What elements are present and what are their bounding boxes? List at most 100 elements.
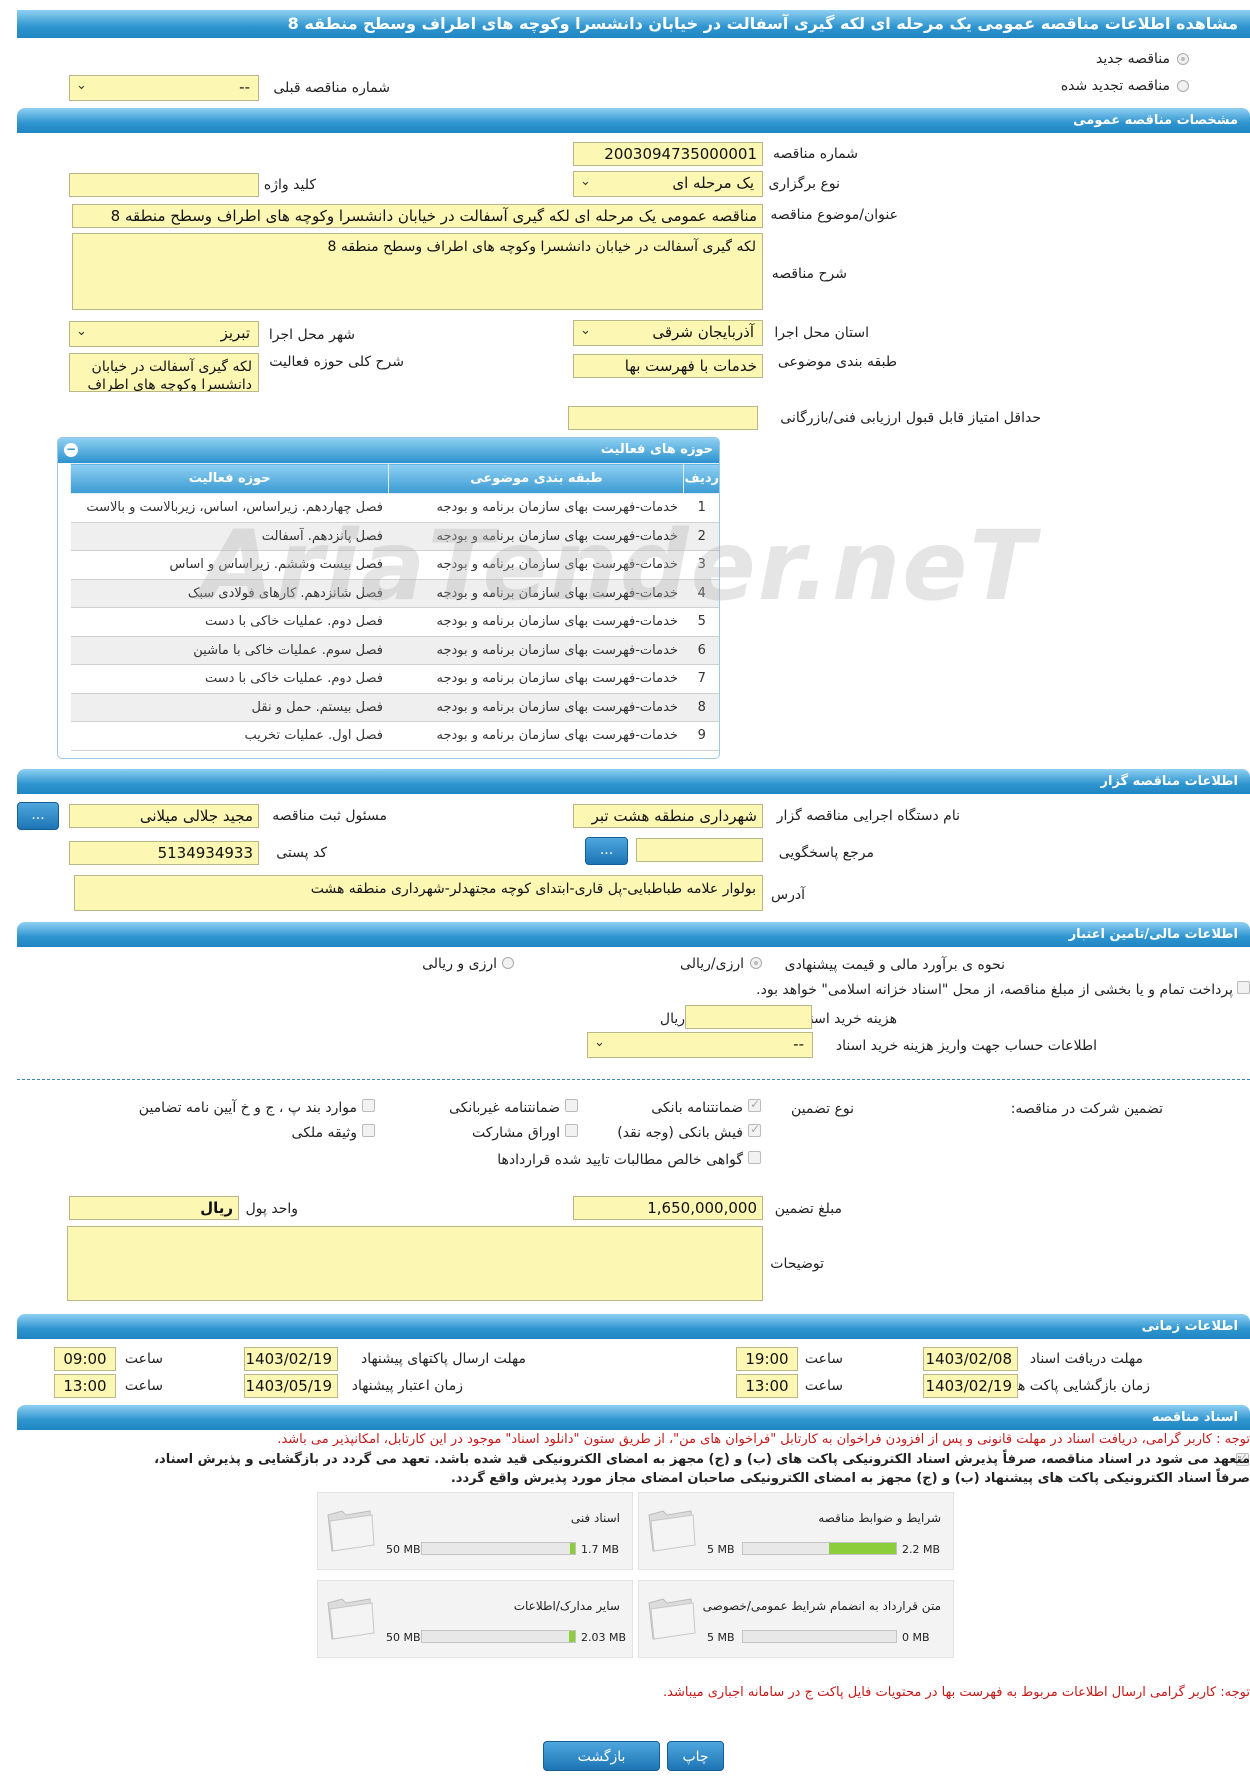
renewed-tender-radio[interactable] [1177,80,1189,92]
opening-time-label: زمان بازگشایی پاکت ها [1013,1378,1150,1394]
nonbank-guarantee-checbox[interactable] [565,1099,578,1112]
amount-field[interactable]: 1,650,000,000 [573,1196,763,1220]
estimate-option-1-label: ارزی/ریالی [680,956,744,972]
postal-code-label: کد پستی [276,845,327,861]
tender-number-label: شماره مناقصه [773,146,858,162]
opening-date-field[interactable]: 1403/02/19 [923,1374,1018,1398]
chevron-down-icon: ⌄ [76,324,87,339]
folder-icon [648,1510,696,1552]
row-number-cell: 3 [683,550,719,580]
document-card[interactable]: متن قرارداد به انضمام شرایط عمومی/خصوصی 5… [638,1580,954,1658]
document-name: اسناد فنی [570,1511,620,1525]
estimate-option-2-label: ارزی و ریالی [422,956,497,972]
document-size-progress [742,1542,897,1555]
activity-cell: فصل اول. عملیات تخریب [70,721,389,751]
category-cell: خدمات-فهرست بهای سازمان برنامه و بودجه [388,550,684,580]
document-max-size: 50 MB [386,1543,421,1556]
back-button[interactable]: بازگشت [543,1741,660,1771]
opening-hour-field[interactable]: 13:00 [736,1374,798,1398]
send-date-field[interactable]: 1403/02/19 [244,1347,338,1371]
doc-cost-label: هزینه خرید اسناد [799,1011,897,1027]
activity-cell: فصل چهاردهم. زیراساس، اساس، زیربالاست و … [70,493,389,523]
category-field[interactable]: خدمات با فهرست بها [573,354,763,378]
timing-section-header: اطلاعات زمانی [17,1314,1250,1339]
document-max-size: 5 MB [707,1543,735,1556]
row-number-cell: 6 [683,636,719,665]
nonbank-guarantee-label: ضمانتنامه غیربانکی [448,1100,560,1116]
category-cell: خدمات-فهرست بهای سازمان برنامه و بودجه [388,693,684,722]
bonds-label: اوراق مشارکت [471,1125,560,1141]
page-title: مشاهده اطلاعات مناقصه عمومی یک مرحله ای … [17,10,1250,38]
doc-cost-unit: ریال [659,1011,685,1027]
table-row: 4 خدمات-فهرست بهای سازمان برنامه و بودجه ف… [70,579,719,608]
validity-time-label: ساعت [124,1378,163,1394]
description-label: شرح مناقصه [771,266,847,282]
guarantee-label: تضمین شرکت در مناقصه: [1010,1101,1163,1117]
reference-field[interactable] [636,838,763,862]
folder-icon [327,1598,375,1640]
validity-date-field[interactable]: 1403/05/19 [244,1374,338,1398]
description-field[interactable]: لکه گیری آسفالت در خیابان دانشسرا وکوچه … [72,233,763,310]
keyword-field[interactable] [69,173,259,197]
receive-time-field[interactable]: 19:00 [736,1347,798,1371]
currency-field[interactable]: ریال [69,1196,239,1220]
table-row: 3 خدمات-فهرست بهای سازمان برنامه و بودجه ف… [70,550,719,580]
organization-field[interactable]: شهرداری منطقه هشت تبر [573,804,763,828]
send-time-field[interactable]: 09:00 [54,1347,116,1371]
property-checkbox[interactable] [362,1124,375,1137]
document-card[interactable]: سایر مدارک/اطلاعات 50 MB 2.03 MB [317,1580,633,1658]
reference-more-button[interactable]: ... [585,837,628,865]
address-field[interactable]: بولوار علامه طباطبایی-پل قاری-ابتدای کوچ… [74,875,763,911]
commitment-line-1: متعهد می شود در اسناد مناقصه، صرفاً پذیر… [154,1452,1250,1467]
category-cell: خدمات-فهرست بهای سازمان برنامه و بودجه [388,636,684,665]
col-row: ردیف [683,463,719,494]
table-row: 6 خدمات-فهرست بهای سازمان برنامه و بودجه ف… [70,636,719,665]
bank-guarantee-label: ضمانتنامه بانکی [651,1100,743,1116]
min-score-label: حداقل امتیاز قابل قبول ارزیابی فنی/بازرگ… [780,410,1041,426]
account-select[interactable]: -- ⌄ [587,1032,813,1058]
keyword-label: کلید واژه [263,177,316,193]
bank-receipt-checkbox[interactable] [748,1122,761,1137]
document-name: سایر مدارک/اطلاعات [513,1599,620,1613]
notes-field[interactable] [67,1226,763,1301]
validity-time-field[interactable]: 13:00 [54,1374,116,1398]
table-row: 8 خدمات-فهرست بهای سازمان برنامه و بودجه ف… [70,693,719,722]
document-card[interactable]: اسناد فنی 50 MB 1.7 MB [317,1492,633,1570]
province-select[interactable]: آذربایجان شرقی ⌄ [573,320,763,346]
subject-field[interactable]: مناقصه عمومی یک مرحله ای لکه گیری آسفالت… [72,204,763,228]
new-tender-radio[interactable] [1177,53,1189,65]
city-select[interactable]: تبریز ⌄ [69,321,259,347]
progress-fill [828,1543,896,1554]
doc-cost-field[interactable] [685,1005,812,1029]
min-score-field[interactable] [568,406,758,430]
receive-date-field[interactable]: 1403/02/08 [923,1347,1018,1371]
document-name: متن قرارداد به انضمام شرایط عمومی/خصوصی [702,1599,941,1613]
province-label: استان محل اجرا [774,325,869,341]
document-max-size: 5 MB [707,1631,735,1644]
bank-guarantee-checkbox[interactable] [748,1097,761,1112]
scope-label: شرح کلی حوزه فعالیت [269,354,404,370]
estimate-option-2-radio[interactable] [502,957,514,969]
regulation-items-checkbox[interactable] [362,1099,375,1112]
postal-code-field[interactable]: 5134934933 [69,841,259,865]
document-card[interactable]: شرایط و ضوابط مناقصه 5 MB 2.2 MB [638,1492,954,1570]
responsible-field[interactable]: مجید جلالی میلانی [69,804,259,828]
folder-icon [327,1510,375,1552]
tender-number-field[interactable]: 2003094735000001 [573,142,763,166]
bonds-checkbox[interactable] [565,1124,578,1137]
holding-type-select[interactable]: یک مرحله ای ⌄ [573,171,763,197]
responsible-more-button[interactable]: ... [17,802,59,830]
collapse-icon[interactable]: − [64,443,78,457]
address-label: آدرس [771,887,805,903]
currency-label: واحد پول [245,1201,298,1217]
activities-panel: حوزه های فعالیت − ردیف طبقه بندی موضوعی … [57,437,720,759]
claims-cert-checkbox[interactable] [748,1151,761,1164]
table-row: 9 خدمات-فهرست بهای سازمان برنامه و بودجه ف… [70,721,719,751]
print-button[interactable]: چاپ [667,1741,724,1771]
estimate-option-1-radio[interactable] [750,957,762,969]
treasury-checkbox[interactable] [1237,981,1250,994]
prev-tender-select[interactable]: -- ⌄ [69,75,259,101]
renewed-tender-label: مناقصه تجدید شده [1060,78,1170,94]
scope-field[interactable]: لکه گیری آسفالت در خیابان دانشسرا وکوچه … [69,353,259,392]
estimate-label: نحوه ی برآورد مالی و قیمت پیشنهادی [784,957,1005,973]
